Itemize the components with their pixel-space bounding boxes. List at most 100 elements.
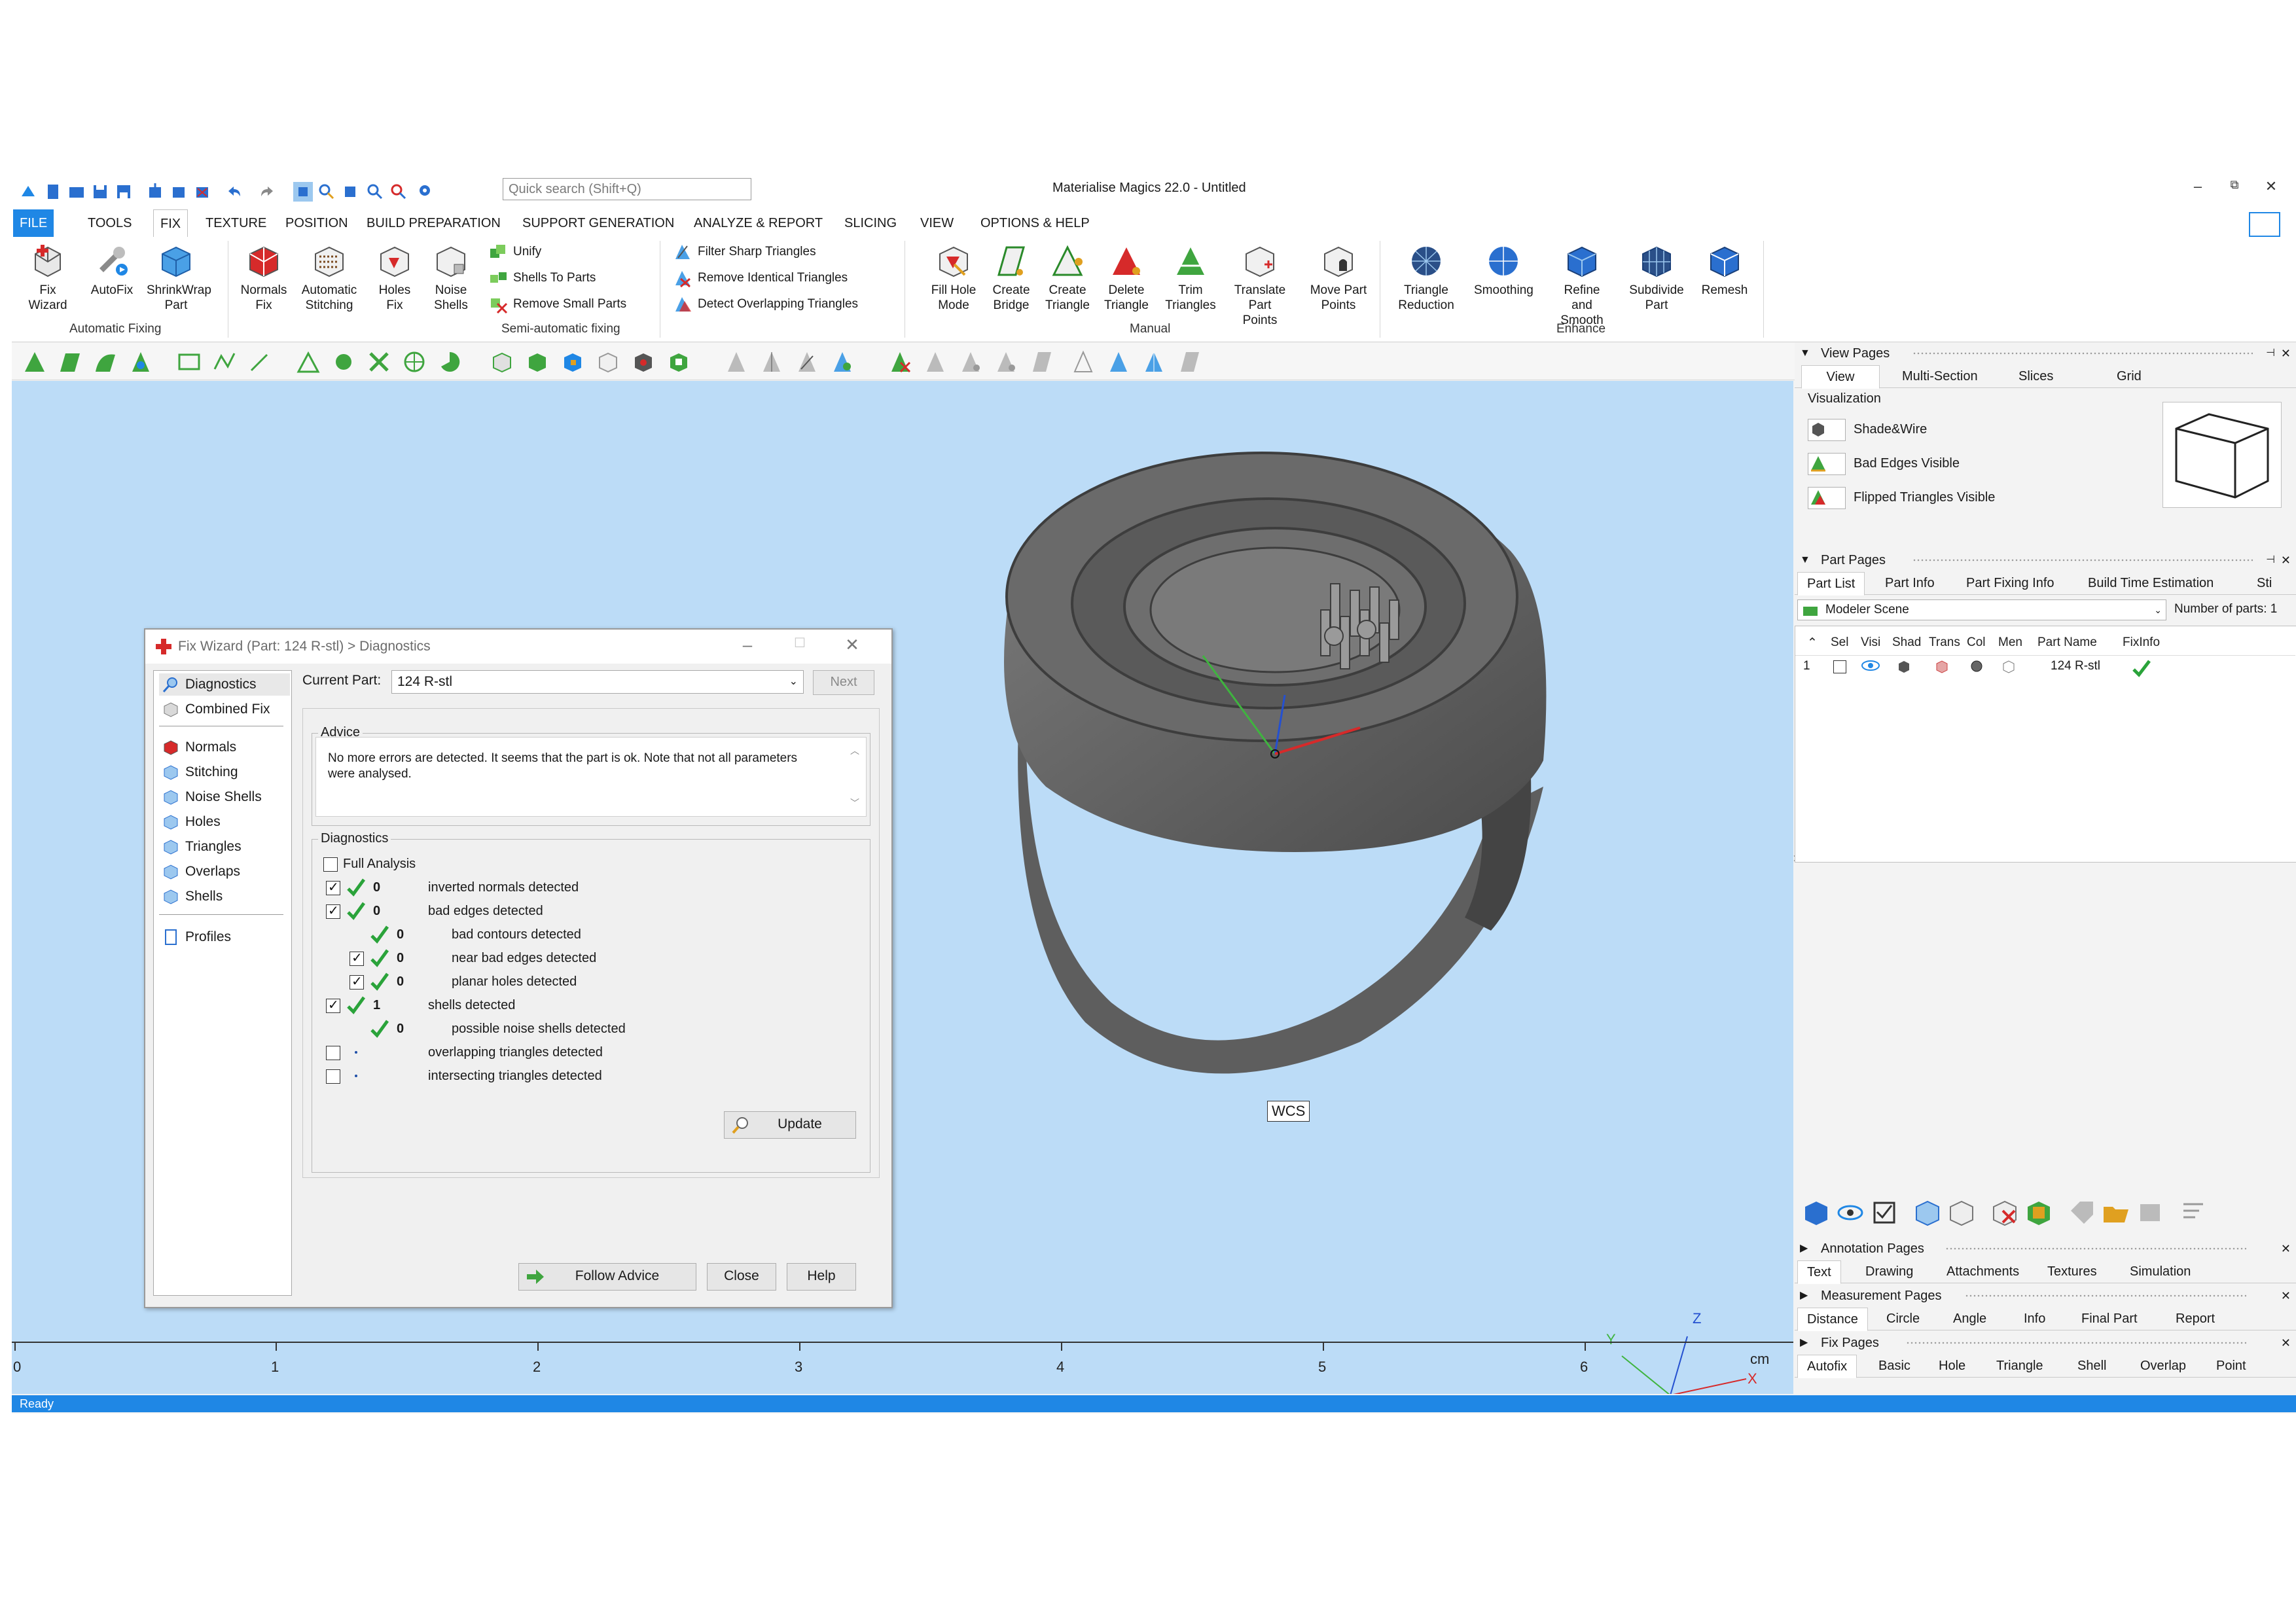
select-mode-icon[interactable] [293,182,313,202]
holes-fix-button[interactable]: Holes Fix [365,242,424,313]
menu-fix[interactable]: FIX [153,209,188,238]
visibility-toggle-icon[interactable] [1835,1198,1865,1228]
unify-button[interactable]: Unify [488,242,541,262]
visible-eye-icon[interactable] [1861,659,1880,676]
triangle-reduction-button[interactable]: Triangle Reduction [1397,242,1456,313]
triangle-detect-icon[interactable] [1141,349,1166,374]
mark-surface-icon[interactable] [93,349,118,374]
refine-and-smooth-button[interactable]: Refine and Smooth [1552,242,1611,328]
tab-part-list[interactable]: Part List [1797,572,1865,596]
col-header[interactable]: Shad [1892,635,1921,650]
view-pages-header[interactable]: ▼ View Pages ⊣ ✕ [1795,343,2296,364]
shrinkwrap-part-button[interactable]: ShrinkWrap Part [147,242,211,313]
search-settings-icon[interactable] [416,182,436,202]
triangle-tool-c-icon[interactable] [994,349,1018,374]
ungroup-parts-icon[interactable] [1946,1198,1977,1228]
remove-small-parts-button[interactable]: Remove Small Parts [488,294,626,314]
menu-view[interactable]: VIEW [914,209,960,237]
minimize-button[interactable]: – [2185,178,2211,195]
transparency-cube-icon[interactable] [1934,659,1950,679]
new-file-icon[interactable] [43,182,63,202]
follow-advice-button[interactable]: Follow Advice [518,1263,696,1291]
nav-shells[interactable]: Shells [159,885,290,908]
export-part-icon[interactable] [169,182,188,202]
dialog-maximize-button[interactable]: ☐ [787,635,813,651]
noise-shells-button[interactable]: Noise Shells [422,242,480,313]
quick-search-input[interactable]: Quick search (Shift+Q) [503,178,751,200]
scroll-down-icon[interactable]: ﹀ [850,796,859,810]
triangle-outline-icon[interactable] [1071,349,1096,374]
mark-rectangle-icon[interactable] [177,349,202,374]
triangle-tool-a-icon[interactable] [923,349,948,374]
select-all-icon[interactable] [1869,1198,1899,1228]
move-part-points-button[interactable]: Move Part Points [1309,242,1368,313]
tab-drawing[interactable]: Drawing [1856,1260,1922,1283]
mark-sector-icon[interactable] [437,349,462,374]
row-checkbox[interactable] [326,1046,340,1060]
sort-icon[interactable]: ⌃ [1807,635,1818,651]
undo-icon[interactable] [224,182,244,202]
annotation-pages-header[interactable]: ▶ Annotation Pages ✕ [1795,1238,2296,1259]
label-tag-icon[interactable] [2067,1198,2097,1228]
scene-select[interactable]: Modeler Scene ⌄ [1797,599,2166,620]
help-button[interactable]: Help [787,1263,856,1291]
sort-list-icon[interactable] [2178,1198,2208,1228]
3d-viewport[interactable]: WCS Z Y X 0 1 2 3 4 5 6 cm Fix Wizard (P… [12,381,1793,1394]
bad-edges-row[interactable]: Bad Edges Visible [1808,450,1960,476]
close-dialog-button[interactable]: Close [707,1263,776,1291]
menu-build-preparation[interactable]: BUILD PREPARATION [360,209,507,237]
trim-triangles-button[interactable]: Trim Triangles [1161,242,1220,313]
tab-slices[interactable]: Slices [2009,365,2062,387]
unmark-icon[interactable] [490,349,514,374]
col-header[interactable]: Trans [1929,635,1960,650]
update-button[interactable]: Update [724,1111,856,1139]
row-checkbox[interactable] [326,876,340,899]
tab-final-part[interactable]: Final Part [2072,1308,2147,1330]
close-button[interactable]: ✕ [2258,178,2284,195]
part-colors-icon[interactable] [2024,1198,2054,1228]
current-part-select[interactable]: 124 R-stl ⌄ [391,670,804,694]
tab-point[interactable]: Point [2207,1355,2255,1377]
next-button[interactable]: Next [813,670,874,695]
tab-view[interactable]: View [1801,365,1880,389]
full-analysis-checkbox[interactable] [323,857,338,872]
menu-texture[interactable]: TEXTURE [199,209,273,237]
unload-part-icon[interactable] [192,182,212,202]
select-triangle-icon[interactable] [724,349,749,374]
tab-shell[interactable]: Shell [2068,1355,2115,1377]
import-part-icon[interactable] [145,182,165,202]
row-checkbox[interactable] [326,993,340,1017]
mark-shells-icon[interactable] [666,349,691,374]
menu-slicing[interactable]: SLICING [838,209,903,237]
mark-lasso-icon[interactable] [247,349,272,374]
menu-support-generation[interactable]: SUPPORT GENERATION [516,209,681,237]
tab-hole[interactable]: Hole [1929,1355,1975,1377]
fill-hole-mode-button[interactable]: Fill Hole Mode [924,242,983,313]
tab-multi-section[interactable]: Multi-Section [1893,365,1987,387]
zoom-icon[interactable] [365,182,385,202]
autofix-button[interactable]: AutoFix [82,242,141,298]
delete-marked-icon[interactable] [888,349,912,374]
tab-autofix[interactable]: Autofix [1797,1355,1857,1378]
grow-marking-icon[interactable] [331,349,356,374]
nav-overlaps[interactable]: Overlaps [159,861,290,883]
menu-tools[interactable]: TOOLS [81,209,138,237]
invert-marking-icon[interactable] [525,349,550,374]
menu-position[interactable]: POSITION [279,209,355,237]
tab-build-time-estimation[interactable]: Build Time Estimation [2079,572,2223,594]
mark-part-icon[interactable] [560,349,585,374]
translate-part-points-button[interactable]: Translate Part Points [1230,242,1289,328]
tab-info[interactable]: Info [2015,1308,2054,1330]
folder-icon[interactable] [2101,1198,2131,1228]
tab-overlap[interactable]: Overlap [2131,1355,2195,1377]
part-pages-header[interactable]: ▼ Part Pages ⊣ ✕ [1795,550,2296,571]
remove-part-icon[interactable] [1990,1198,2020,1228]
tab-simulation[interactable]: Simulation [2121,1260,2200,1283]
row-checkbox[interactable] [350,946,364,970]
color-swatch-icon[interactable] [1969,659,1984,677]
menu-file[interactable]: FILE [13,209,54,237]
tab-triangle[interactable]: Triangle [1987,1355,2053,1377]
automatic-stitching-button[interactable]: Automatic Stitching [300,242,359,313]
col-header[interactable]: Sel [1831,635,1848,650]
col-header[interactable]: Part Name [2037,635,2097,650]
